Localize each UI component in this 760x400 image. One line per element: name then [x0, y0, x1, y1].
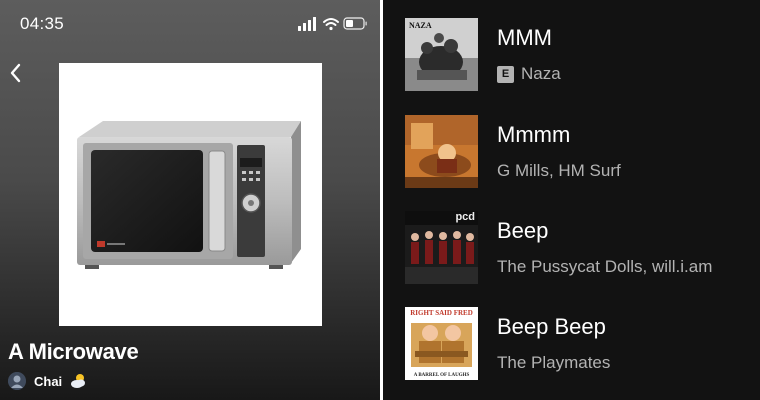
album-art	[405, 115, 478, 188]
playlist-cover-image	[59, 63, 322, 326]
explicit-badge: E	[497, 65, 514, 83]
owner-name: Chai	[34, 373, 63, 389]
playlist-header-panel: 04:35 A Microwave Chai	[0, 0, 380, 400]
playlist-title: A Microwave	[8, 339, 139, 364]
track-subtitle: G Mills, HM Surf	[497, 161, 621, 181]
track-row[interactable]: Mmmm G Mills, HM Surf	[405, 115, 745, 191]
track-artist: Naza	[521, 64, 561, 83]
track-row[interactable]: RIGHT SAID FRED A BARREL OF LAUGHS Beep …	[405, 307, 745, 383]
album-art: RIGHT SAID FRED A BARREL OF LAUGHS	[405, 307, 478, 380]
track-title: MMM	[497, 25, 552, 50]
track-artist: G Mills, HM Surf	[497, 161, 621, 180]
status-time: 04:35	[20, 14, 65, 33]
album-art-text: pcd	[455, 211, 475, 223]
album-art: NAZA	[405, 18, 478, 91]
track-subtitle: E Naza	[497, 64, 561, 84]
back-button[interactable]	[5, 59, 27, 87]
album-art-text: NAZA	[409, 21, 432, 30]
status-icons	[298, 16, 368, 32]
album-art-text: RIGHT SAID FRED	[410, 309, 473, 317]
track-artist: The Pussycat Dolls, will.i.am	[497, 257, 713, 276]
track-title: Mmmm	[497, 122, 571, 147]
chevron-left-icon	[10, 63, 21, 83]
track-subtitle: The Playmates	[497, 353, 610, 373]
microwave-image	[77, 121, 301, 269]
track-title: Beep	[497, 218, 549, 243]
track-row[interactable]: NAZA MMM E Naza	[405, 18, 745, 94]
album-art: pcd	[405, 211, 478, 284]
sun-behind-cloud-icon	[70, 373, 88, 389]
track-list: NAZA MMM E Naza Mmmm G Mills, HM Surf pc…	[383, 0, 760, 400]
battery-icon	[343, 17, 367, 30]
wifi-icon	[323, 18, 339, 31]
cellular-signal-icon	[298, 17, 316, 31]
avatar	[8, 372, 26, 390]
track-artist: The Playmates	[497, 353, 611, 372]
playlist-owner[interactable]: Chai	[8, 372, 88, 390]
track-row[interactable]: pcd Beep The Pussycat Dolls, will.i.am	[405, 211, 745, 287]
track-subtitle: The Pussycat Dolls, will.i.am	[497, 257, 712, 277]
track-title: Beep Beep	[497, 314, 606, 339]
album-art-subtext: A BARREL OF LAUGHS	[413, 373, 470, 378]
